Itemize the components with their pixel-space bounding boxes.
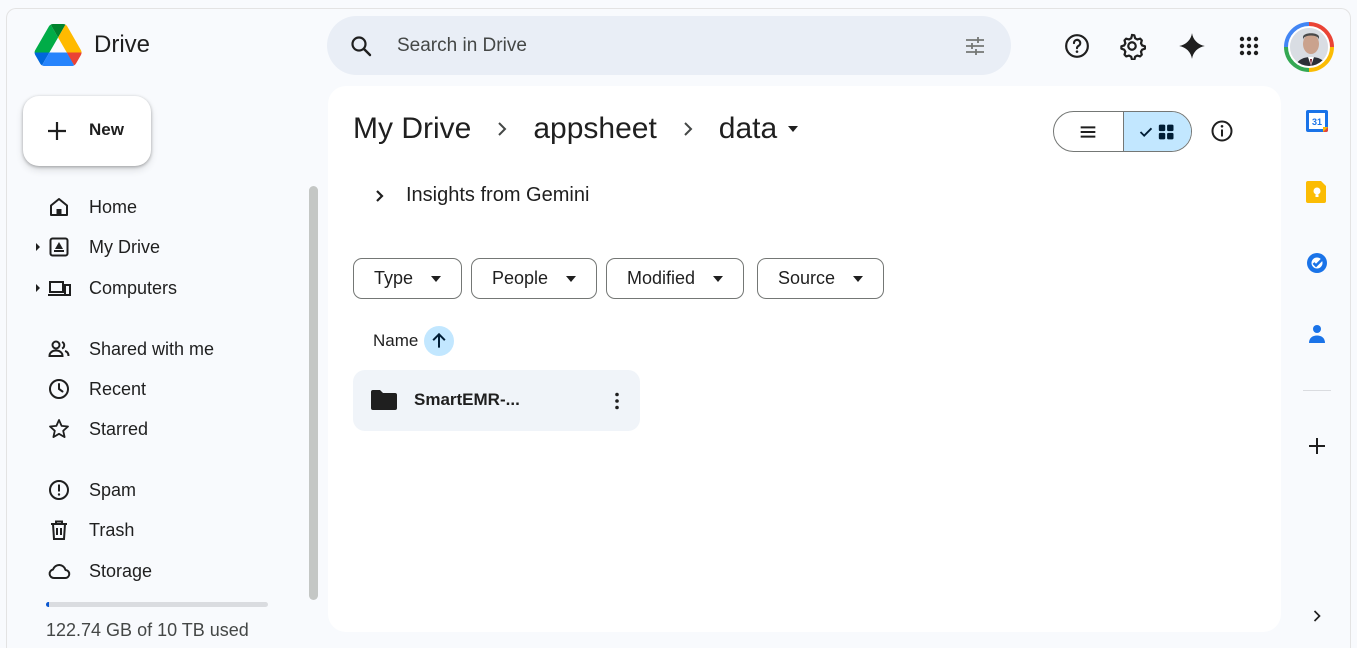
dropdown-arrow-icon bbox=[853, 275, 864, 282]
spam-icon bbox=[49, 480, 69, 500]
storage-usage-fill bbox=[46, 602, 49, 607]
breadcrumb-item-appsheet[interactable]: appsheet bbox=[533, 112, 656, 146]
search-options-icon[interactable] bbox=[963, 34, 987, 58]
breadcrumb-item-my-drive[interactable]: My Drive bbox=[353, 112, 471, 146]
sidebar-item-label: My Drive bbox=[89, 237, 160, 257]
sidebar-item-recent[interactable]: Recent bbox=[30, 371, 300, 407]
sidebar-item-my-drive[interactable]: My Drive bbox=[30, 229, 300, 265]
expand-caret-icon[interactable] bbox=[34, 283, 42, 293]
sidebar-item-starred[interactable]: Starred bbox=[30, 411, 300, 447]
tasks-icon[interactable] bbox=[1305, 251, 1329, 275]
sidebar-item-label: Spam bbox=[89, 480, 137, 500]
drive-logo[interactable]: Drive bbox=[34, 24, 150, 66]
dropdown-arrow-icon bbox=[566, 275, 577, 282]
storage-usage-text: 122.74 GB of 10 TB used bbox=[46, 620, 249, 640]
filter-modified[interactable]: Modified bbox=[606, 258, 745, 299]
filter-people[interactable]: People bbox=[471, 258, 598, 299]
plus-icon bbox=[48, 122, 66, 140]
apps-icon[interactable] bbox=[1235, 32, 1263, 60]
insights-label: Insights from Gemini bbox=[406, 184, 590, 206]
insights-toggle[interactable]: Insights from Gemini bbox=[374, 184, 589, 207]
computers-icon bbox=[48, 281, 71, 296]
sidebar-item-computers[interactable]: Computers bbox=[30, 270, 300, 306]
chevron-right-icon bbox=[684, 122, 693, 136]
add-addon-icon[interactable] bbox=[1305, 434, 1329, 458]
search-input[interactable] bbox=[397, 30, 937, 62]
contacts-icon[interactable] bbox=[1305, 322, 1329, 346]
main-content: My Drive appsheet data Insights from Gem… bbox=[328, 86, 1281, 632]
more-options-icon[interactable] bbox=[605, 389, 629, 413]
profile-photo bbox=[1288, 26, 1330, 68]
search-bar[interactable] bbox=[327, 16, 1011, 75]
sidebar-item-label: Home bbox=[89, 197, 138, 217]
arrow-up-icon bbox=[432, 332, 446, 348]
gemini-icon[interactable] bbox=[1178, 32, 1206, 60]
drive-logo-icon bbox=[34, 24, 82, 66]
cloud-icon bbox=[48, 564, 71, 580]
dropdown-arrow-icon bbox=[713, 275, 724, 282]
chevron-right-icon bbox=[498, 122, 507, 136]
sidebar-scrollbar[interactable] bbox=[309, 186, 318, 600]
calendar-icon[interactable]: 31 bbox=[1305, 109, 1329, 133]
filter-type[interactable]: Type bbox=[353, 258, 463, 299]
app-name: Drive bbox=[94, 31, 151, 58]
help-icon[interactable] bbox=[1063, 32, 1091, 60]
trash-icon bbox=[51, 520, 67, 540]
sidebar-item-storage[interactable]: Storage bbox=[30, 553, 300, 589]
home-icon bbox=[50, 198, 68, 216]
list-view-button[interactable] bbox=[1054, 112, 1123, 151]
view-toggle bbox=[1053, 111, 1192, 152]
storage-usage-bar bbox=[46, 602, 268, 607]
sort-column-label: Name bbox=[373, 331, 419, 350]
sidebar-item-label: Trash bbox=[89, 520, 135, 540]
sidebar-item-label: Storage bbox=[89, 561, 153, 581]
shared-icon bbox=[48, 340, 70, 357]
expand-caret-icon[interactable] bbox=[34, 242, 42, 252]
sidebar-item-label: Starred bbox=[89, 419, 149, 439]
filter-label: Modified bbox=[627, 268, 696, 288]
sidebar-item-label: Computers bbox=[89, 278, 178, 298]
recent-icon bbox=[49, 379, 69, 399]
filter-label: People bbox=[492, 268, 549, 288]
dropdown-arrow-icon bbox=[431, 275, 442, 282]
new-button-label: New bbox=[89, 120, 124, 139]
breadcrumb: My Drive appsheet data bbox=[353, 112, 799, 146]
keep-icon[interactable] bbox=[1305, 180, 1329, 204]
filter-source[interactable]: Source bbox=[757, 258, 885, 299]
breadcrumb-item-data[interactable]: data bbox=[719, 112, 777, 146]
folder-name: SmartEMR-... bbox=[414, 390, 520, 409]
sidebar-item-label: Shared with me bbox=[89, 339, 215, 359]
sidebar-item-shared[interactable]: Shared with me bbox=[30, 331, 300, 367]
info-icon[interactable] bbox=[1210, 119, 1234, 143]
list-icon bbox=[1080, 125, 1096, 138]
sort-by-name[interactable]: Name bbox=[373, 326, 455, 356]
calendar-day-number: 31 bbox=[1312, 117, 1322, 127]
expand-side-panel-icon[interactable] bbox=[1307, 606, 1331, 630]
my-drive-icon bbox=[49, 237, 69, 257]
filter-label: Source bbox=[778, 268, 836, 288]
sidebar-item-trash[interactable]: Trash bbox=[30, 512, 300, 548]
grid-view-button[interactable] bbox=[1122, 112, 1191, 151]
folder-item[interactable]: SmartEMR-... bbox=[353, 370, 640, 431]
account-avatar[interactable] bbox=[1284, 22, 1334, 72]
folder-menu-dropdown-icon[interactable] bbox=[787, 125, 799, 133]
sidebar-item-spam[interactable]: Spam bbox=[30, 472, 300, 508]
new-button[interactable]: New bbox=[23, 96, 151, 166]
folder-icon bbox=[371, 390, 397, 410]
settings-icon[interactable] bbox=[1118, 32, 1146, 60]
sort-direction-button[interactable] bbox=[424, 326, 455, 356]
sidebar-item-home[interactable]: Home bbox=[30, 189, 300, 225]
side-panel-divider bbox=[1303, 390, 1331, 391]
grid-check-icon bbox=[1140, 124, 1174, 139]
search-icon[interactable] bbox=[349, 34, 373, 58]
star-icon bbox=[49, 419, 69, 438]
sidebar-item-label: Recent bbox=[89, 379, 147, 399]
filter-label: Type bbox=[374, 268, 414, 288]
chevron-right-icon bbox=[376, 189, 384, 202]
